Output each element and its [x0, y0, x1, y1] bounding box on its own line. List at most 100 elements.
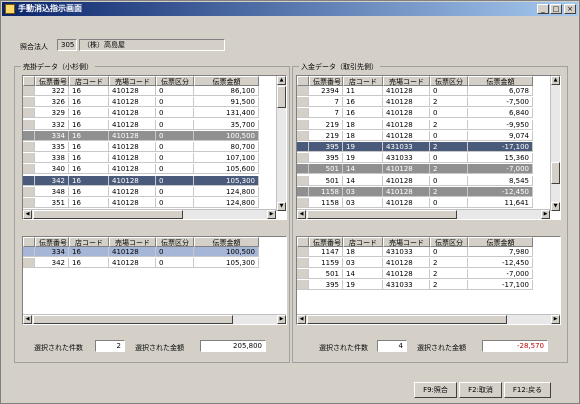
close-button[interactable]: ×	[564, 4, 576, 14]
column-header[interactable]: 売場コード	[383, 76, 430, 86]
table-cell: 0	[430, 175, 468, 186]
row-header[interactable]	[23, 198, 35, 208]
scroll-thumb[interactable]	[33, 210, 183, 219]
horizontal-scrollbar[interactable]: ◀ ▶	[297, 209, 550, 219]
scroll-up-button[interactable]: ▲	[277, 76, 286, 85]
horizontal-scrollbar[interactable]: ◀ ▶	[23, 209, 276, 219]
scroll-up-button[interactable]: ▲	[551, 76, 560, 85]
column-header[interactable]: 伝票区分	[156, 237, 194, 247]
column-header[interactable]: 売場コード	[109, 76, 156, 86]
left-selected-grid[interactable]: 伝票番号 店コード 売場コード 伝票区分 伝票金額 334 16 410128 0 100,500…	[22, 236, 287, 325]
left-receivable-grid[interactable]: 伝票番号 店コード 売場コード 伝票区分 伝票金額 322 16 410128 0 86,100 3…	[22, 75, 287, 220]
column-header[interactable]: 伝票区分	[430, 237, 468, 247]
column-header[interactable]: 伝票区分	[156, 76, 194, 86]
column-header[interactable]: 伝票金額	[194, 237, 259, 247]
table-cell: -9,950	[468, 119, 533, 130]
grid-corner	[23, 237, 35, 247]
scroll-thumb[interactable]	[307, 210, 457, 219]
row-header[interactable]	[23, 258, 35, 268]
vertical-scrollbar[interactable]: ▲ ▼	[550, 76, 560, 211]
row-header[interactable]	[23, 130, 35, 141]
column-header[interactable]: 伝票番号	[35, 237, 69, 247]
row-header[interactable]	[23, 86, 35, 96]
table-cell: 0	[156, 97, 194, 108]
table-cell: 100,500	[194, 130, 259, 141]
table-cell: 219	[309, 119, 343, 130]
scroll-left-button[interactable]: ◀	[23, 315, 32, 324]
row-header[interactable]	[23, 108, 35, 119]
maximize-button[interactable]: □	[550, 4, 562, 14]
row-header[interactable]	[297, 130, 309, 141]
row-header[interactable]	[297, 142, 309, 152]
table-cell: 1158	[309, 186, 343, 197]
table-cell: 16	[69, 142, 109, 152]
title-bar[interactable]: 手動消込指示画面 _ □ ×	[2, 2, 578, 16]
table-cell: 410128	[383, 108, 430, 119]
row-header[interactable]	[297, 86, 309, 96]
scroll-down-button[interactable]: ▼	[551, 202, 560, 211]
row-header[interactable]	[23, 247, 35, 257]
row-header[interactable]	[297, 247, 309, 257]
match-button[interactable]: F9:照合	[414, 382, 457, 398]
column-header[interactable]: 店コード	[343, 237, 383, 247]
row-header[interactable]	[297, 258, 309, 268]
right-selected-grid[interactable]: 伝票番号 店コード 売場コード 伝票区分 伝票金額 1147 18 431033 0 7,980 1…	[296, 236, 561, 325]
scroll-thumb[interactable]	[551, 162, 560, 184]
column-header[interactable]: 伝票金額	[468, 76, 533, 86]
scroll-down-button[interactable]: ▼	[277, 202, 286, 211]
row-header[interactable]	[297, 186, 309, 197]
column-header[interactable]: 伝票金額	[468, 237, 533, 247]
minimize-button[interactable]: _	[537, 4, 549, 14]
column-header[interactable]: 売場コード	[109, 237, 156, 247]
column-header[interactable]: 店コード	[69, 76, 109, 86]
table-cell: 410128	[109, 164, 156, 175]
column-header[interactable]: 伝票金額	[194, 76, 259, 86]
scroll-right-button[interactable]: ▶	[277, 315, 286, 324]
table-cell: 16	[69, 247, 109, 257]
column-header[interactable]: 伝票区分	[430, 76, 468, 86]
row-header[interactable]	[23, 119, 35, 130]
column-header[interactable]: 伝票番号	[309, 76, 343, 86]
row-header[interactable]	[297, 97, 309, 108]
table-cell: 131,400	[194, 108, 259, 119]
table-cell: 35,700	[194, 119, 259, 130]
horizontal-scrollbar[interactable]: ◀ ▶	[297, 314, 560, 324]
row-header[interactable]	[23, 142, 35, 152]
company-label: 照合法人	[20, 43, 48, 51]
scroll-thumb[interactable]	[33, 315, 233, 324]
scroll-left-button[interactable]: ◀	[23, 210, 32, 219]
back-button[interactable]: F12:戻る	[504, 382, 551, 398]
row-header[interactable]	[297, 108, 309, 119]
scroll-right-button[interactable]: ▶	[541, 210, 550, 219]
row-header[interactable]	[297, 198, 309, 208]
scroll-right-button[interactable]: ▶	[267, 210, 276, 219]
cancel-button[interactable]: F2:取消	[459, 382, 502, 398]
row-header[interactable]	[297, 175, 309, 186]
table-cell: 124,800	[194, 186, 259, 197]
vertical-scrollbar[interactable]: ▲ ▼	[276, 76, 286, 211]
horizontal-scrollbar[interactable]: ◀ ▶	[23, 314, 286, 324]
column-header[interactable]: 伝票番号	[309, 237, 343, 247]
company-code-field: 305	[57, 39, 77, 51]
scroll-left-button[interactable]: ◀	[297, 210, 306, 219]
scroll-left-button[interactable]: ◀	[297, 315, 306, 324]
row-header[interactable]	[297, 280, 309, 290]
row-header[interactable]	[23, 175, 35, 186]
column-header[interactable]: 売場コード	[383, 237, 430, 247]
column-header[interactable]: 伝票番号	[35, 76, 69, 86]
column-header[interactable]: 店コード	[343, 76, 383, 86]
row-header[interactable]	[297, 119, 309, 130]
table-cell: 410128	[383, 86, 430, 96]
row-header[interactable]	[297, 269, 309, 279]
scroll-thumb[interactable]	[277, 86, 286, 108]
row-header[interactable]	[23, 186, 35, 197]
column-header[interactable]: 店コード	[69, 237, 109, 247]
row-header[interactable]	[297, 164, 309, 175]
row-header[interactable]	[23, 97, 35, 108]
row-header[interactable]	[23, 164, 35, 175]
right-payment-grid[interactable]: 伝票番号 店コード 売場コード 伝票区分 伝票金額 2394 11 410128 0 6,078 7…	[296, 75, 561, 220]
scroll-right-button[interactable]: ▶	[551, 315, 560, 324]
row-header[interactable]	[23, 153, 35, 164]
row-header[interactable]	[297, 153, 309, 164]
scroll-thumb[interactable]	[307, 315, 507, 324]
